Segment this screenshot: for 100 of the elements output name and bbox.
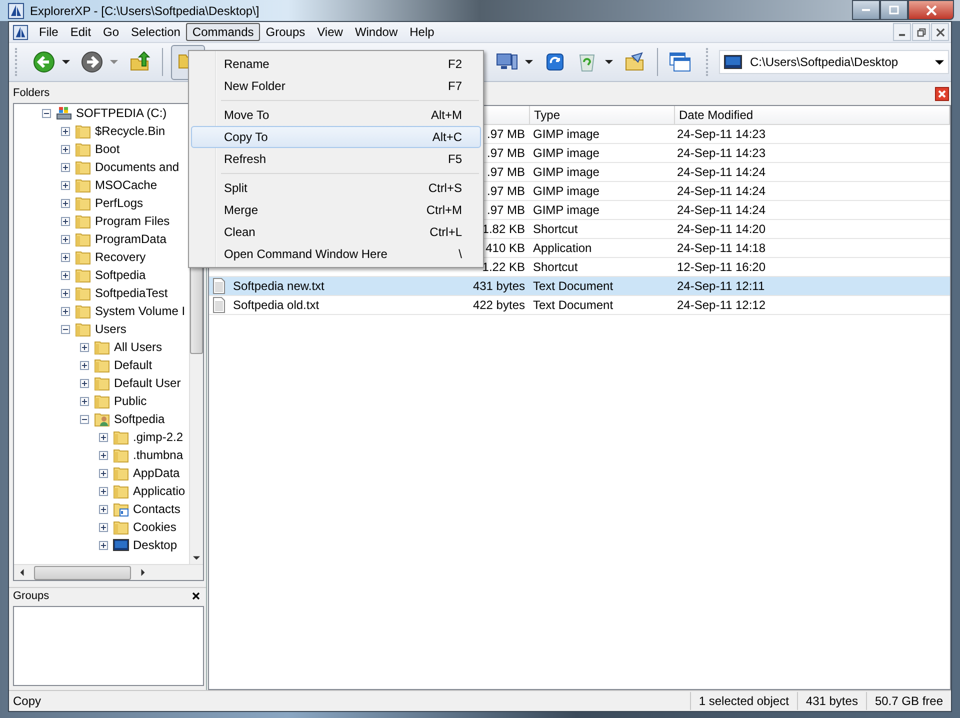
tree-item[interactable]: Users [95, 322, 126, 336]
expander-toggle[interactable] [61, 252, 70, 262]
tree-item[interactable]: Documents and [95, 160, 180, 174]
file-type: Shortcut [533, 260, 578, 274]
dropdown-arrow-icon[interactable] [605, 60, 613, 64]
tree-item[interactable]: Softpedia [95, 268, 146, 282]
expander-toggle[interactable] [61, 288, 70, 298]
close-button[interactable] [931, 23, 949, 41]
folder-up-icon[interactable] [129, 51, 151, 73]
menu-item[interactable]: Selection [125, 23, 186, 41]
windows-icon[interactable] [669, 51, 691, 73]
expander-toggle[interactable] [80, 396, 89, 406]
close-icon[interactable] [192, 592, 200, 600]
back-icon[interactable] [33, 51, 55, 73]
tree-item[interactable]: Applicatio [133, 484, 186, 498]
menu-item[interactable]: Move To Alt+M [191, 104, 481, 126]
sync-icon[interactable] [544, 51, 566, 73]
tree-item[interactable]: Public [114, 394, 147, 408]
file-row[interactable]: Softpedia new.txt 431 bytes Text Document 24-Sep-11 12:11 [209, 277, 950, 296]
text-file-icon [213, 297, 225, 313]
expander-toggle[interactable] [61, 270, 70, 280]
dropdown-arrow-icon[interactable] [62, 60, 70, 64]
menu-item[interactable]: Window [348, 23, 404, 41]
expander-toggle[interactable] [99, 504, 108, 514]
expander-toggle[interactable] [80, 342, 89, 352]
horizontal-scrollbar[interactable] [14, 564, 203, 580]
tree-item[interactable]: Cookies [133, 520, 176, 534]
expander-toggle[interactable] [61, 216, 70, 226]
tree-item[interactable]: Default User [114, 376, 181, 390]
app-icon[interactable] [13, 24, 28, 40]
expander-toggle[interactable] [99, 522, 108, 532]
expander-toggle[interactable] [61, 234, 70, 244]
file-date: 24-Sep-11 14:20 [677, 222, 766, 236]
expander-toggle[interactable] [80, 378, 89, 388]
column-header[interactable]: Date Modified [675, 106, 950, 124]
expander-toggle[interactable] [61, 180, 70, 190]
tree-item[interactable]: $Recycle.Bin [95, 124, 166, 138]
menu-item[interactable]: Go [97, 23, 126, 41]
expander-toggle[interactable] [61, 126, 70, 136]
tree-item[interactable]: All Users [114, 340, 162, 354]
tree-item[interactable]: Recovery [95, 250, 146, 264]
tree-item[interactable]: Boot [95, 142, 120, 156]
tree-item[interactable]: SoftpediaTest [95, 286, 168, 300]
file-date: 24-Sep-11 12:12 [677, 298, 766, 312]
close-button[interactable] [908, 0, 954, 20]
tree-item[interactable]: System Volume I [95, 304, 186, 318]
address-combo[interactable]: C:\Users\Softpedia\Desktop [719, 50, 949, 74]
expander-toggle[interactable] [61, 162, 70, 172]
menu-item[interactable]: View [311, 23, 349, 41]
tree-item[interactable]: MSOCache [95, 178, 158, 192]
menu-item[interactable]: Edit [64, 23, 98, 41]
menu-item[interactable]: File [33, 23, 64, 41]
tree-item[interactable]: SOFTPEDIA (C:) [76, 106, 167, 120]
scroll-down-icon[interactable] [193, 556, 200, 560]
expander-toggle[interactable] [61, 306, 70, 316]
expander-toggle[interactable] [99, 486, 108, 496]
dropdown-arrow-icon[interactable] [525, 60, 533, 64]
file-type: GIMP image [533, 184, 600, 198]
tree-item[interactable]: PerfLogs [95, 196, 144, 210]
expander-toggle[interactable] [61, 324, 70, 334]
tree-item[interactable]: Program Files [95, 214, 170, 228]
scroll-left-icon[interactable] [20, 569, 24, 576]
tree-item[interactable]: Default [114, 358, 152, 372]
tree-item[interactable]: .gimp-2.2 [133, 430, 184, 444]
forward-icon[interactable] [81, 51, 103, 73]
menu-item[interactable]: New Folder F7 [191, 75, 481, 97]
file-size: .97 MB [486, 165, 525, 179]
restore-button[interactable] [912, 23, 930, 41]
expander-toggle[interactable] [42, 108, 51, 118]
menu-item[interactable]: Groups [260, 23, 312, 41]
minimize-button[interactable] [893, 23, 911, 41]
dropdown-arrow-icon[interactable] [935, 60, 944, 64]
column-header[interactable]: Type [530, 106, 675, 124]
minimize-button[interactable] [852, 0, 880, 20]
file-date: 24-Sep-11 14:24 [677, 165, 766, 179]
tree-item[interactable]: Contacts [133, 502, 180, 516]
expander-toggle[interactable] [61, 198, 70, 208]
menu-item[interactable]: Copy To Alt+C [191, 126, 481, 148]
expander-toggle[interactable] [80, 360, 89, 370]
tree-item[interactable]: Desktop [133, 538, 178, 552]
menu-item[interactable]: Rename F2 [191, 53, 481, 75]
close-icon[interactable] [935, 87, 949, 101]
file-type: Application [533, 241, 592, 255]
expander-toggle[interactable] [99, 540, 108, 550]
expander-toggle[interactable] [80, 414, 89, 424]
expander-toggle[interactable] [61, 144, 70, 154]
expander-toggle[interactable] [99, 432, 108, 442]
menu-item[interactable]: Commands [186, 23, 260, 41]
folder-send-icon[interactable] [624, 51, 646, 73]
menu-item[interactable]: Help [404, 23, 440, 41]
expander-toggle[interactable] [99, 450, 108, 460]
tree-item[interactable]: ProgramData [95, 232, 166, 246]
tree-item[interactable]: .thumbna [133, 448, 184, 462]
tree-item[interactable]: Softpedia [114, 412, 165, 426]
expander-toggle[interactable] [99, 468, 108, 478]
scroll-right-icon[interactable] [141, 569, 145, 576]
tree-item[interactable]: AppData [133, 466, 180, 480]
file-row[interactable]: Softpedia old.txt 422 bytes Text Document 24-Sep-11 12:12 [209, 296, 950, 315]
folder-icon [75, 123, 91, 139]
maximize-button[interactable] [880, 0, 908, 20]
